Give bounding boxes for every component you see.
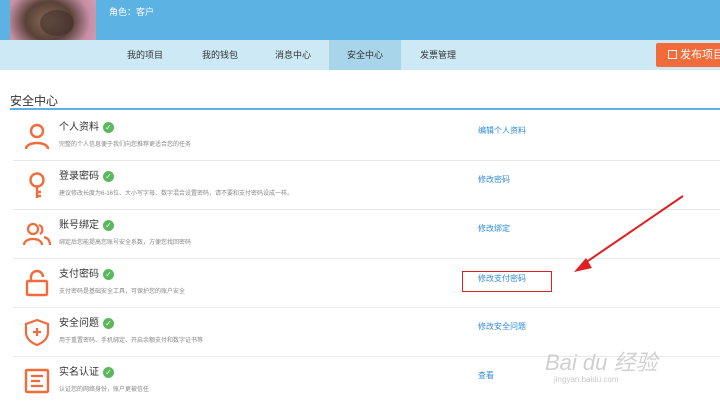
watermark-url: jingyan.baidu.com — [554, 375, 619, 384]
watermark-logo: Bai du 经验 — [545, 350, 658, 375]
